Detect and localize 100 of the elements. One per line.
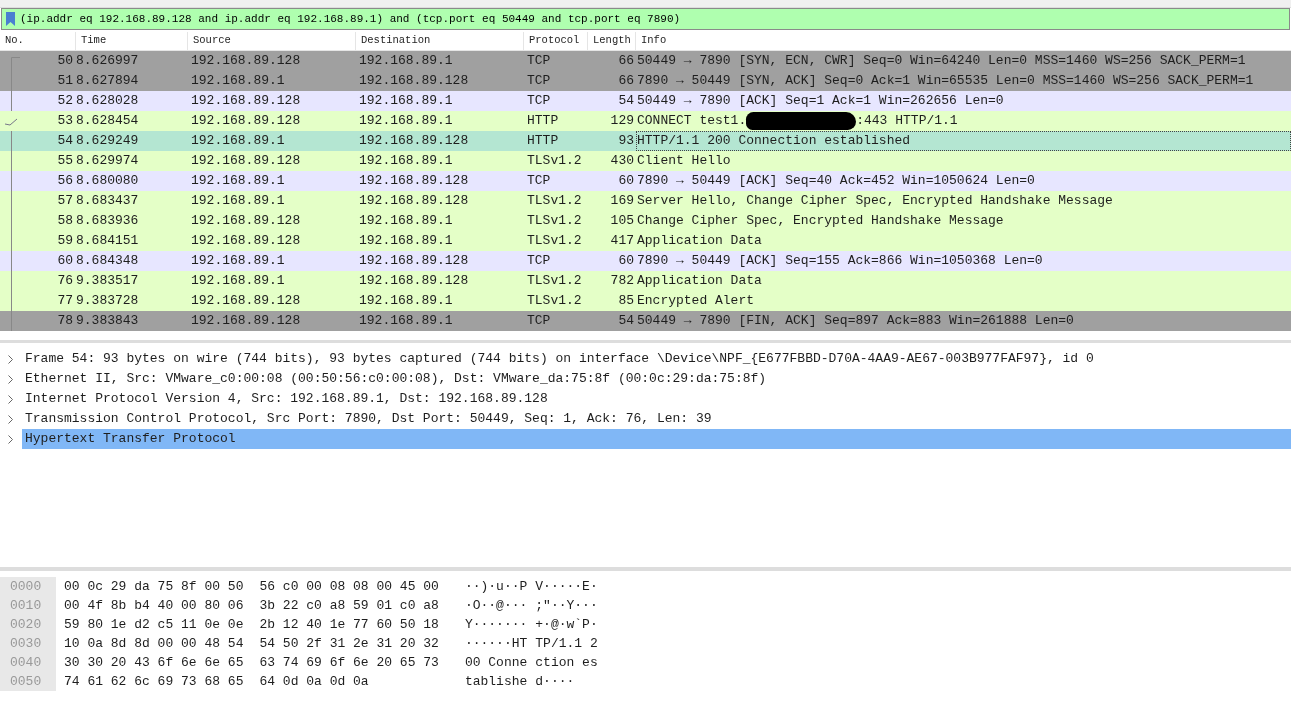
packet-row[interactable]: 76 9.383517 192.168.89.1 192.168.89.128 TLSv1.2 782 Application Data	[0, 271, 1291, 291]
hex-bytes: 54 50 2f 31 2e 31 20 32	[259, 635, 439, 653]
column-header[interactable]: Length	[588, 32, 636, 50]
packet-row[interactable]: 59 8.684151 192.168.89.128 192.168.89.1 TLSv1.2 417 Application Data	[0, 231, 1291, 251]
table-cell-text: 192.168.89.128	[358, 72, 470, 91]
table-cell-text: HTTP	[526, 132, 560, 151]
table-cell-text: 192.168.89.1	[358, 292, 454, 311]
ascii-bytes: d····	[535, 673, 575, 691]
table-cell-text: TLSv1.2	[526, 192, 583, 211]
packet-row[interactable]: 52 8.628028 192.168.89.128 192.168.89.1 TCP 54 50449 → 7890 [ACK] Seq=1 Ack=1 Win=262656 Len=0	[0, 91, 1291, 111]
table-cell-text: 8.680080	[76, 172, 140, 191]
ascii-bytes: ······HT	[464, 635, 528, 653]
table-cell-text: 57	[56, 192, 74, 211]
table-cell-text: 9.383728	[76, 292, 140, 311]
table-cell-text: 192.168.89.1	[190, 72, 286, 91]
table-cell-text: 8.683936	[76, 212, 140, 231]
table-cell-text: TLSv1.2	[526, 292, 583, 311]
offset-label: 0010	[10, 597, 43, 615]
table-cell-text: 192.168.89.1	[358, 112, 454, 131]
packet-row[interactable]: 57 8.683437 192.168.89.1 192.168.89.128 TLSv1.2 169 Server Hello, Change Cipher Spec, Encrypted Handshake Message	[0, 191, 1291, 211]
table-cell-text: 192.168.89.1	[358, 312, 454, 331]
table-cell-text: 8.627894	[76, 72, 140, 91]
packet-row[interactable]: 54 8.629249 192.168.89.1 192.168.89.128 HTTP 93 HTTP/1.1 200 Connection established	[0, 131, 1291, 151]
packet-row[interactable]: 53 8.628454 192.168.89.128 192.168.89.1 HTTP 129 CONNECT test1. :443 HTTP/1.1	[0, 111, 1291, 131]
tree-item[interactable]: Ethernet II, Src: VMware_c0:00:08 (00:50:56:c0:00:08), Dst: VMware_da:75:8f (00:0c:29:da:75:8f)	[22, 369, 1291, 389]
column-header[interactable]: Info	[636, 32, 1291, 50]
table-cell-text: 192.168.89.1	[358, 152, 454, 171]
expand-icon[interactable]	[8, 434, 14, 444]
table-cell-text: 192.168.89.128	[358, 252, 470, 271]
table-cell-text: 417	[609, 232, 635, 251]
table-cell-text: 52	[56, 92, 74, 111]
expand-icon[interactable]	[8, 354, 14, 364]
table-cell-text: 66	[617, 72, 635, 91]
bookmark-icon[interactable]	[5, 11, 16, 27]
tree-item[interactable]: Transmission Control Protocol, Src Port: 7890, Dst Port: 50449, Seq: 1, Ack: 76, Len: 39	[22, 409, 1291, 429]
hex-bytes: 10 0a 8d 8d 00 00 48 54	[64, 635, 244, 653]
column-header[interactable]: Source	[188, 32, 356, 50]
table-cell-text: Server Hello, Change Cipher Spec, Encrypted Handshake Message	[637, 192, 1113, 211]
display-filter-field[interactable]: (ip.addr eq 192.168.89.128 and ip.addr eq 192.168.89.1) and (tcp.port eq 50449 and tcp.port eq 7890)	[1, 8, 1290, 30]
expand-icon[interactable]	[8, 374, 14, 384]
table-cell-text: 78	[56, 312, 74, 331]
table-cell-text: 60	[617, 172, 635, 191]
filter-input[interactable]: (ip.addr eq 192.168.89.128 and ip.addr eq 192.168.89.1) and (tcp.port eq 50449 and tcp.port eq 7890)	[20, 10, 1289, 28]
table-cell-text: 192.168.89.128	[190, 112, 302, 131]
column-header[interactable]: No.	[0, 32, 76, 50]
table-cell-text: 50449 → 7890 [FIN, ACK] Seq=897 Ack=883 Win=261888 Len=0	[637, 312, 1074, 331]
table-cell-text: 105	[609, 212, 635, 231]
tree-item[interactable]: Hypertext Transfer Protocol	[22, 429, 1291, 449]
table-cell-text: 51	[56, 72, 74, 91]
hex-bytes: 64 0d 0a 0d 0a	[259, 673, 369, 691]
column-header[interactable]: Time	[76, 32, 188, 50]
expand-icon[interactable]	[8, 414, 14, 424]
table-cell-text: 60	[56, 252, 74, 271]
ascii-bytes: +·@·w`P·	[535, 616, 598, 634]
table-cell-text: 54	[56, 132, 74, 151]
ascii-bytes: Y·······	[464, 616, 528, 634]
packet-row[interactable]: 60 8.684348 192.168.89.1 192.168.89.128 TCP 60 7890 → 50449 [ACK] Seq=155 Ack=866 Win=1050368 Len=0	[0, 251, 1291, 271]
packet-row[interactable]: 51 8.627894 192.168.89.1 192.168.89.128 TCP 66 7890 → 50449 [SYN, ACK] Seq=0 Ack=1 Win=65535 Len=0 MSS=1460 WS=256 SACK_PERM=1	[0, 71, 1291, 91]
offset-label: 0020	[10, 616, 43, 634]
table-cell-text: 192.168.89.128	[190, 232, 302, 251]
tree-item[interactable]: Internet Protocol Version 4, Src: 192.168.89.1, Dst: 192.168.89.128	[22, 389, 1291, 409]
table-cell-text: 192.168.89.1	[358, 232, 454, 251]
packet-row[interactable]: 56 8.680080 192.168.89.1 192.168.89.128 TCP 60 7890 → 50449 [ACK] Seq=40 Ack=452 Win=1050624 Len=0	[0, 171, 1291, 191]
table-cell-text: :443 HTTP/1.1	[856, 112, 958, 131]
table-cell-text: 192.168.89.128	[358, 132, 470, 151]
table-cell-text: 56	[56, 172, 74, 191]
column-header[interactable]: Protocol	[524, 32, 588, 50]
table-cell-text: HTTP/1.1 200 Connection established	[637, 132, 911, 151]
hex-bytes: 56 c0 00 08 08 00 45 00	[259, 578, 439, 596]
table-cell-text: 192.168.89.1	[190, 172, 286, 191]
table-cell-text: 192.168.89.128	[190, 212, 302, 231]
packet-row[interactable]: 55 8.629974 192.168.89.128 192.168.89.1 TLSv1.2 430 Client Hello	[0, 151, 1291, 171]
table-cell-text: Application Data	[637, 272, 762, 291]
packet-row[interactable]: 58 8.683936 192.168.89.128 192.168.89.1 TLSv1.2 105 Change Cipher Spec, Encrypted Handshake Message	[0, 211, 1291, 231]
ascii-bytes: TP/1.1 2	[535, 635, 598, 653]
expand-icon[interactable]	[8, 394, 14, 404]
table-cell-text: 50	[56, 52, 74, 71]
table-cell-text: 77	[56, 292, 74, 311]
column-header[interactable]: Destination	[356, 32, 524, 50]
ascii-bytes: ction es	[535, 654, 598, 672]
table-cell-text: TLSv1.2	[526, 272, 583, 291]
table-cell-text: HTTP	[526, 112, 560, 131]
packet-row[interactable]: 78 9.383843 192.168.89.128 192.168.89.1 TCP 54 50449 → 7890 [FIN, ACK] Seq=897 Ack=883 Win=261888 Len=0	[0, 311, 1291, 331]
hex-bytes: 2b 12 40 1e 77 60 50 18	[259, 616, 439, 634]
table-cell-text: Change Cipher Spec, Encrypted Handshake Message	[637, 212, 1004, 231]
table-cell-text: 192.168.89.1	[358, 212, 454, 231]
table-cell-text: 192.168.89.128	[190, 152, 302, 171]
hex-bytes: 30 30 20 43 6f 6e 6e 65	[64, 654, 244, 672]
hex-bytes: 00 4f 8b b4 40 00 80 06	[64, 597, 244, 615]
table-cell-text: TCP	[526, 72, 552, 91]
table-cell-text: 430	[609, 152, 635, 171]
packet-row[interactable]: 77 9.383728 192.168.89.128 192.168.89.1 TLSv1.2 85 Encrypted Alert	[0, 291, 1291, 311]
table-cell-text: 192.168.89.128	[190, 52, 302, 71]
table-cell-text: 60	[617, 252, 635, 271]
table-cell-text: 7890 → 50449 [ACK] Seq=40 Ack=452 Win=1050624 Len=0	[637, 172, 1035, 191]
tree-item[interactable]: Frame 54: 93 bytes on wire (744 bits), 93 bytes captured (744 bits) on interface \Device\NPF_{E677FBBD-D70A-4AA9-AE67-003B977FAF97}, id 0	[22, 349, 1291, 369]
table-cell-text: 169	[609, 192, 635, 211]
packet-row[interactable]: 50 8.626997 192.168.89.128 192.168.89.1 TCP 66 50449 → 7890 [SYN, ECN, CWR] Seq=0 Win=64240 Len=0 MSS=1460 WS=256 SACK_PERM=1	[0, 51, 1291, 71]
table-cell-text: TCP	[526, 312, 552, 331]
ascii-bytes: V·····E·	[535, 578, 598, 596]
